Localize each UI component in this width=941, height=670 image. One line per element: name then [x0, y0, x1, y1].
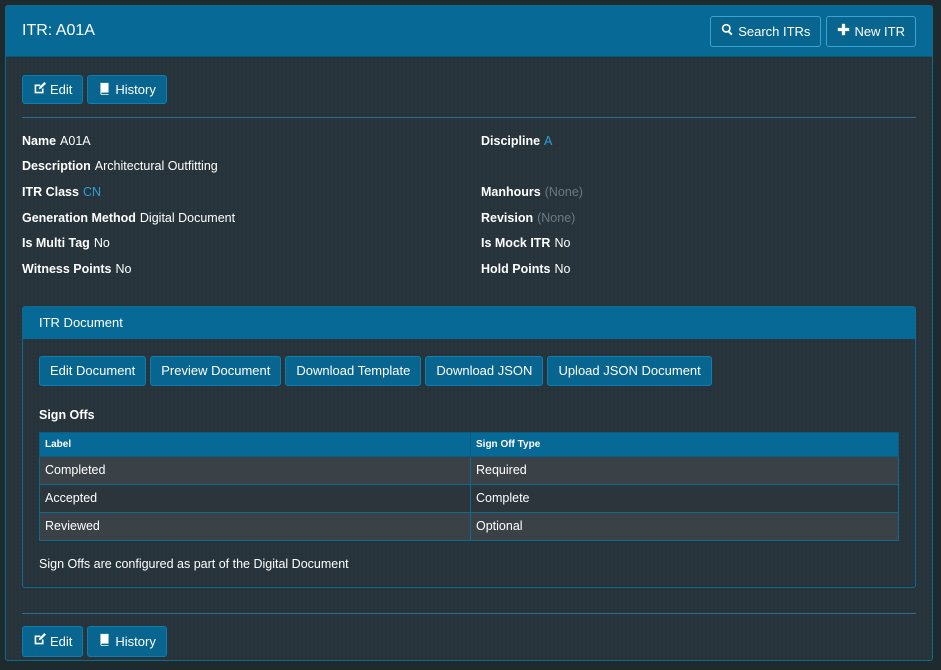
cell-type: Optional — [470, 511, 899, 541]
book-icon — [98, 633, 111, 649]
history-button[interactable]: History — [87, 75, 167, 104]
search-icon — [721, 23, 734, 39]
search-itrs-label: Search ITRs — [738, 23, 811, 39]
prop-revision: Revision (None) — [481, 210, 576, 225]
itr-document-title: ITR Document — [23, 306, 915, 339]
prop-empty — [481, 154, 916, 180]
discipline-link[interactable]: A — [544, 134, 552, 148]
search-itrs-button[interactable]: Search ITRs — [710, 15, 822, 47]
edit-icon — [33, 633, 46, 649]
header-actions: Search ITRs New ITR — [710, 15, 916, 47]
history-label: History — [115, 633, 156, 649]
prop-description: Description Architectural Outfitting — [22, 159, 218, 174]
edit-label: Edit — [50, 82, 73, 97]
history-button[interactable]: History — [87, 625, 167, 657]
column-header-type: Sign Off Type — [470, 431, 899, 457]
book-icon — [98, 82, 111, 98]
itr-document-panel: ITR Document Edit Document Preview Docum… — [22, 305, 916, 588]
table-row: Completed Required — [39, 455, 899, 485]
download-json-button[interactable]: Download JSON — [425, 355, 544, 386]
cell-label: Accepted — [39, 483, 471, 513]
top-toolbar: Edit History — [6, 57, 932, 104]
prop-generation-method: Generation Method Digital Document — [22, 210, 236, 225]
preview-document-button[interactable]: Preview Document — [150, 355, 282, 386]
edit-icon — [33, 81, 46, 98]
table-row: Accepted Complete — [39, 483, 899, 513]
properties-list: Name A01A Discipline A Description Archi… — [6, 118, 932, 282]
edit-button[interactable]: Edit — [22, 75, 84, 104]
new-itr-button[interactable]: New ITR — [826, 15, 916, 47]
download-template-button[interactable]: Download Template — [285, 355, 422, 386]
prop-name: Name A01A — [22, 133, 91, 148]
new-itr-label: New ITR — [854, 23, 905, 39]
prop-is-mock-itr: Is Mock ITR No — [481, 236, 571, 251]
prop-itr-class: ITR Class CN — [22, 184, 102, 199]
column-header-label: Label — [39, 431, 471, 457]
bottom-toolbar: Edit History — [6, 614, 932, 657]
cell-type: Required — [470, 455, 899, 485]
prop-discipline: Discipline A — [481, 133, 553, 148]
itr-class-link[interactable]: CN — [83, 185, 101, 199]
prop-is-multi-tag: Is Multi Tag No — [22, 236, 110, 251]
page-title: ITR: A01A — [22, 22, 95, 39]
document-actions: Edit Document Preview Document Download … — [23, 339, 915, 386]
edit-button[interactable]: Edit — [22, 625, 84, 657]
itr-panel: ITR: A01A Search ITRs New ITR Edit Histo… — [5, 5, 933, 661]
panel-header: ITR: A01A Search ITRs New ITR — [6, 6, 932, 57]
history-label: History — [115, 82, 156, 97]
table-header-row: Label Sign Off Type — [39, 431, 899, 457]
prop-witness-points: Witness Points No — [22, 261, 132, 276]
plus-icon — [837, 23, 850, 39]
cell-type: Complete — [470, 483, 899, 513]
table-row: Reviewed Optional — [39, 511, 899, 541]
cell-label: Reviewed — [39, 511, 471, 541]
sign-offs-note: Sign Offs are configured as part of the … — [39, 556, 349, 571]
sign-offs-heading: Sign Offs — [39, 407, 95, 422]
cell-label: Completed — [39, 455, 471, 485]
prop-hold-points: Hold Points No — [481, 261, 571, 276]
upload-json-button[interactable]: Upload JSON Document — [547, 355, 712, 386]
edit-label: Edit — [50, 633, 73, 649]
edit-document-button[interactable]: Edit Document — [39, 355, 147, 386]
prop-manhours: Manhours (None) — [481, 184, 583, 199]
sign-offs-table: Label Sign Off Type Completed Required A… — [39, 431, 899, 541]
